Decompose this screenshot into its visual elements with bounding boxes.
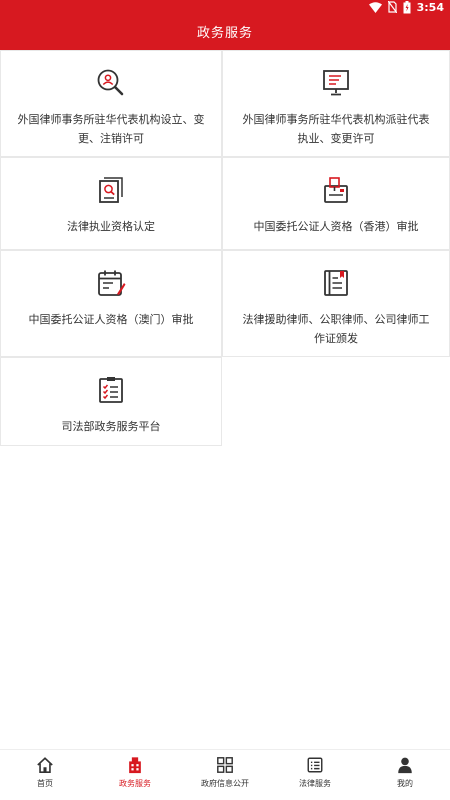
service-label: 中国委托公证人资格（澳门）审批 bbox=[28, 313, 194, 326]
service-label: 司法部政务服务平台 bbox=[61, 420, 161, 433]
tab-legal-services[interactable]: 法律服务 bbox=[270, 750, 360, 800]
person-search-icon bbox=[97, 69, 124, 96]
service-item-hk-notary[interactable]: 中国委托公证人资格（香港）审批 bbox=[222, 157, 450, 250]
tab-label: 政府信息公开 bbox=[201, 779, 249, 788]
service-label: 中国委托公证人资格（香港）审批 bbox=[253, 220, 419, 233]
service-label: 法律援助律师、公职律师、公司律师工作证颁发 bbox=[242, 313, 430, 345]
tab-home[interactable]: 首页 bbox=[0, 750, 90, 800]
service-item-foreign-firm-representative[interactable]: 外国律师事务所驻华代表机构派驻代表执业、变更许可 bbox=[222, 50, 450, 157]
service-label: 外国律师事务所驻华代表机构设立、变更、注销许可 bbox=[17, 113, 205, 145]
service-item-foreign-firm-establishment[interactable]: 外国律师事务所驻华代表机构设立、变更、注销许可 bbox=[0, 50, 222, 157]
app-header: 3:54 政务服务 bbox=[0, 0, 450, 50]
bottom-tab-bar: 首页 政务服务 政府信息公开 法律服务 我的 bbox=[0, 749, 450, 800]
service-label: 法律执业资格认定 bbox=[67, 220, 155, 233]
status-time: 3:54 bbox=[416, 0, 444, 14]
tab-label: 我的 bbox=[397, 779, 413, 788]
tab-label: 政务服务 bbox=[119, 779, 151, 788]
folder-stamp-icon bbox=[324, 177, 348, 203]
calendar-pen-icon bbox=[98, 270, 126, 296]
battery-icon bbox=[403, 0, 411, 13]
clipboard-checklist-icon bbox=[99, 377, 123, 403]
monitor-document-icon bbox=[323, 70, 349, 96]
service-item-macau-notary[interactable]: 中国委托公证人资格（澳门）审批 bbox=[0, 250, 222, 357]
home-icon bbox=[37, 757, 53, 774]
tab-government-services[interactable]: 政务服务 bbox=[90, 750, 180, 800]
tab-mine[interactable]: 我的 bbox=[360, 750, 450, 800]
book-bookmark-icon bbox=[324, 270, 348, 296]
wifi-icon bbox=[368, 1, 382, 13]
tab-label: 首页 bbox=[37, 779, 53, 788]
tab-government-info[interactable]: 政府信息公开 bbox=[180, 750, 270, 800]
building-icon bbox=[129, 757, 141, 774]
service-item-legal-qualification[interactable]: 法律执业资格认定 bbox=[0, 157, 222, 250]
page-title: 政务服务 bbox=[196, 26, 253, 41]
service-item-moj-platform[interactable]: 司法部政务服务平台 bbox=[0, 357, 222, 446]
list-icon bbox=[307, 757, 323, 773]
status-bar: 3:54 bbox=[368, 0, 444, 14]
no-sim-icon bbox=[387, 1, 397, 13]
person-icon bbox=[398, 757, 412, 774]
service-item-lawyer-work-permit[interactable]: 法律援助律师、公职律师、公司律师工作证颁发 bbox=[222, 250, 450, 357]
tab-label: 法律服务 bbox=[299, 779, 331, 788]
service-label: 外国律师事务所驻华代表机构派驻代表执业、变更许可 bbox=[242, 113, 430, 145]
grid-icon bbox=[217, 757, 233, 773]
document-search-icon bbox=[99, 177, 123, 203]
